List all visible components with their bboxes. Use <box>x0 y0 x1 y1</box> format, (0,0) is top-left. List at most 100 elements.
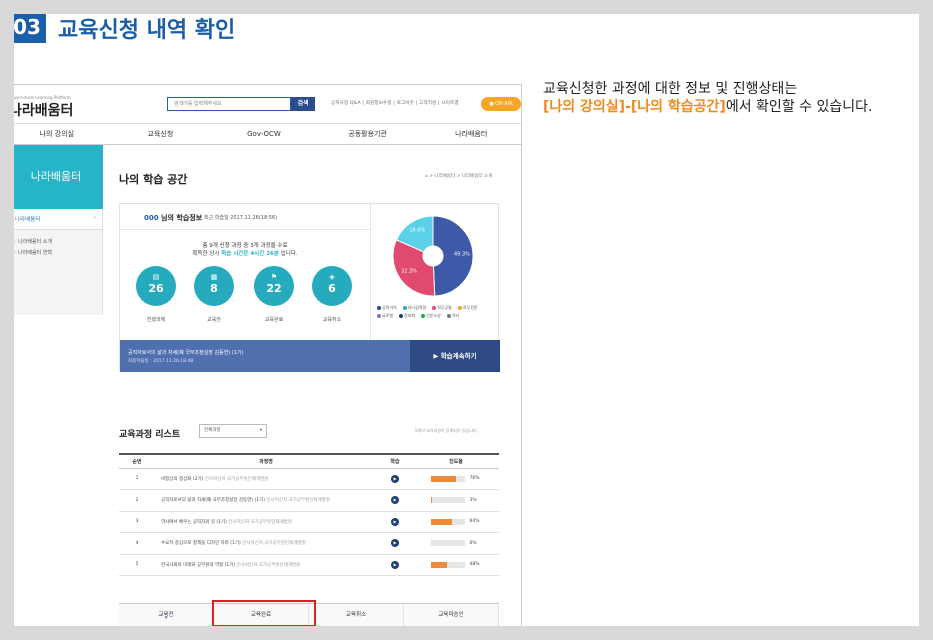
progress-bar <box>430 475 465 482</box>
column-header: 과정명 <box>155 454 377 469</box>
play-icon[interactable]: ▶ <box>391 474 399 483</box>
stat-completed[interactable]: ⚑ 22 <box>254 266 294 306</box>
continue-learning-button[interactable]: ▶ 학습계속하기 <box>410 340 500 372</box>
pie-legend: 공직가치 리더십역량 직무공통 직무전문글로벌 정보화 인문소양 기타 <box>377 304 501 320</box>
recent-course-title: 공직자로서의 삶과 자세(폐 국무조정실장 김동연) (1기) <box>128 350 244 356</box>
flag-icon: ⚑ <box>270 273 278 281</box>
stat-label: 진행과제 <box>146 317 166 323</box>
sidebar-item-narabaeumteo[interactable]: 나라배움터 › <box>9 209 102 230</box>
legend-item: 기타 <box>446 312 462 320</box>
course-filter-select[interactable]: 전체과정 ▾ <box>199 424 267 438</box>
legend-item: 직무공통 <box>432 304 455 312</box>
description: 교육신청한 과정에 대한 정보 및 진행상태는 [나의 강의실]-[나의 학습공… <box>543 80 923 116</box>
step-title: 교육신청 내역 확인 <box>58 18 236 43</box>
document-icon: ▤ <box>152 273 160 281</box>
progress-bar <box>430 518 465 525</box>
play-icon: ▶ <box>433 352 439 360</box>
progress-cell: 0% <box>413 532 499 555</box>
legend-item: 리더십역량 <box>402 304 429 312</box>
course-title[interactable]: 비정상의 정상화 (2기) 인사혁신처 국가공무원인재개발원 <box>155 468 377 490</box>
gnb-item-shared-org[interactable]: 공동활용기관 <box>316 124 420 144</box>
tab-before-training[interactable]: 교육전 <box>119 604 214 626</box>
course-title[interactable]: 수요자 중심으로 정책을 디자인 하라 (1기) 인사혁신처 국가공무원인재개발… <box>155 532 377 555</box>
progress-fill <box>430 561 447 568</box>
chevron-down-icon: ▾ <box>259 428 262 433</box>
gnb-item-apply[interactable]: 교육신청 <box>109 124 213 144</box>
play-button[interactable]: ▶ <box>377 532 413 555</box>
pie-label: 32.3% <box>401 268 417 274</box>
recent-course-bar: 공직자로서의 삶과 자세(폐 국무조정실장 김동연) (1기) 최종학습일 : … <box>120 340 500 372</box>
table-row[interactable]: 2 공직자로서의 삶과 자세(폐 국무조정실장 김동연) (1기) 인사혁신처 국… <box>119 489 499 512</box>
course-list-title: 교육과정 리스트 <box>119 430 181 440</box>
play-button[interactable]: ▶ <box>377 468 413 490</box>
gnb-item-narabaeumteo[interactable]: 나라배움터 <box>419 124 521 144</box>
progress-fill <box>430 518 453 525</box>
stat-label: 교육취소 <box>322 317 342 323</box>
legend-item: 직무전문 <box>457 304 481 312</box>
progress-cell: 3% <box>413 489 499 512</box>
course-title[interactable]: 한국사회의 미래와 공무원의 역할 (1기) 인사혁신처 국가공무원인재개발원 <box>155 554 377 576</box>
course-title[interactable]: 역사에서 배우는 공직자의 길 (1기) 인사혁신처 국가공무원인재개발원 <box>155 511 377 533</box>
play-button[interactable]: ▶ <box>377 511 413 533</box>
learning-info-header: 000 님의 학습정보 최근 학습일 2017.11.26(18:56) <box>120 204 370 230</box>
description-line1: 교육신청한 과정에 대한 정보 및 진행상태는 <box>543 81 798 97</box>
tab-cancelled[interactable]: 교육취소 <box>309 604 404 626</box>
user-name-heading: 000 님의 학습정보 <box>144 214 203 222</box>
progress-cell: 48% <box>413 554 499 576</box>
legend-item: 인문소양 <box>421 312 444 320</box>
site-logo[interactable]: Government Learning Platform 나라배움터 <box>9 95 73 120</box>
course-table: 순번 과정명 학습 진도율 1 비정상의 정상화 (2기) 인사혁신처 국가공무원… <box>119 453 499 576</box>
play-button[interactable]: ▶ <box>377 554 413 576</box>
column-header: 순번 <box>119 454 155 469</box>
description-line2: [나의 강의실]-[나의 학습공간]에서 확인할 수 있습니다. <box>543 98 923 116</box>
search-input[interactable]: 검색어를 입력해주세요 <box>167 97 291 111</box>
progress-fill <box>430 475 457 482</box>
progress-percent: 0% <box>469 540 477 546</box>
sidebar-sub-history[interactable]: · 나라배움터 연혁 <box>9 247 102 258</box>
play-icon[interactable]: ▶ <box>391 517 399 526</box>
onair-button[interactable]: ● ON AIR <box>481 97 521 111</box>
stat-before-training[interactable]: ▦ 8 <box>194 266 234 306</box>
gnb-item-gov-ocw[interactable]: Gov-OCW <box>212 124 316 144</box>
row-number: 2 <box>119 489 155 512</box>
learning-summary: 총 9개 신청 과정 중 3개 과정을 수료 획득한 상시 학습 시간은 4시간… <box>192 243 298 257</box>
pie-label: 49.3% <box>454 251 470 257</box>
calendar-icon: ▦ <box>210 273 218 281</box>
row-number: 4 <box>119 532 155 555</box>
sidebar-sub-intro[interactable]: · 나라배움터 소개 <box>9 236 102 247</box>
progress-percent: 48% <box>469 562 480 567</box>
description-highlight: [나의 강의실]-[나의 학습공간] <box>543 99 726 115</box>
legend-item: 정보화 <box>399 312 418 320</box>
column-header: 학습 <box>377 454 413 469</box>
table-row[interactable]: 1 비정상의 정상화 (2기) 인사혁신처 국가공무원인재개발원 ▶ 76% <box>119 468 499 490</box>
course-title[interactable]: 공직자로서의 삶과 자세(폐 국무조정실장 김동연) (1기) 인사혁신처 국가… <box>155 489 377 512</box>
step-number: 03 <box>8 11 46 43</box>
stat-cancelled[interactable]: ◈ 6 <box>312 266 352 306</box>
progress-cell: 64% <box>413 511 499 533</box>
breadcrumb[interactable]: ⌂ > 나라배움터 > 나라배움터 소개 <box>425 173 492 179</box>
play-icon[interactable]: ▶ <box>391 496 399 505</box>
row-number: 1 <box>119 468 155 490</box>
table-row[interactable]: 3 역사에서 배우는 공직자의 길 (1기) 인사혁신처 국가공무원인재개발원 ▶ 6… <box>119 511 499 533</box>
top-links[interactable]: 공지사항 Q&A | 회원정보수정 | 로그아웃 | 고객지원 | 사이트맵 <box>331 100 459 106</box>
tab-not-approved[interactable]: 교육미승인 <box>404 604 499 626</box>
pie-label: 18.4% <box>409 228 425 234</box>
search-button[interactable]: 검색 <box>291 97 315 111</box>
description-rest: 에서 확인할 수 있습니다. <box>725 99 873 115</box>
play-icon[interactable]: ▶ <box>391 560 399 569</box>
table-row[interactable]: 4 수요자 중심으로 정책을 디자인 하라 (1기) 인사혁신처 국가공무원인재개… <box>119 532 499 555</box>
gnb-item-my-classroom[interactable]: 나의 강의실 <box>5 124 109 144</box>
stat-in-progress[interactable]: ▤ 26 <box>136 266 176 306</box>
play-icon[interactable]: ▶ <box>391 539 399 548</box>
badge-icon: ◈ <box>329 273 335 281</box>
table-header-row: 순번 과정명 학습 진도율 <box>119 454 499 469</box>
website-screenshot: Government Learning Platform 나라배움터 검색어를 … <box>4 84 522 634</box>
play-button[interactable]: ▶ <box>377 489 413 512</box>
progress-percent: 3% <box>469 497 477 503</box>
left-sidebar: 나라배움터 나라배움터 › · 나라배움터 소개 · 나라배움터 연혁 <box>9 145 103 315</box>
table-row[interactable]: 5 한국사회의 미래와 공무원의 역할 (1기) 인사혁신처 국가공무원인재개발원… <box>119 554 499 576</box>
progress-bar <box>430 497 465 503</box>
last-study-date: 최근 학습일 2017.11.26(18:56) <box>204 215 278 221</box>
row-number: 5 <box>119 554 155 576</box>
page-title: 나의 학습 공간 <box>119 173 188 186</box>
